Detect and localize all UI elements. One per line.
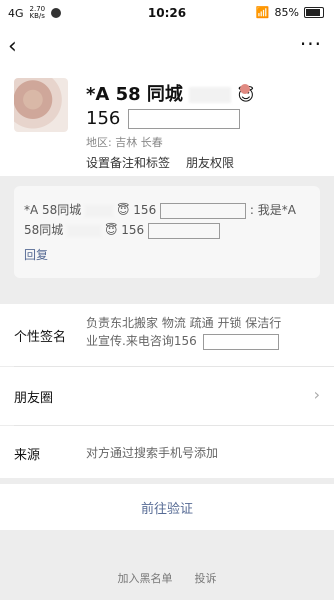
region-value: 吉林 长春 — [115, 136, 163, 149]
source-value: 对方通过搜索手机号添加 — [86, 446, 219, 460]
region-label: 地区: — [86, 136, 112, 149]
redacted-block — [189, 87, 232, 103]
angel-emoji-icon: 😇 — [116, 203, 130, 217]
profile-actions: 设置备注和标签 朋友权限 — [86, 154, 234, 171]
goto-verify-label: 前往验证 — [140, 501, 193, 517]
footer-actions: 加入黑名单 投诉 — [0, 570, 334, 586]
phone-redaction-box — [202, 333, 279, 350]
phone-prefix: 156 — [86, 108, 121, 129]
location-pin-icon — [240, 84, 250, 94]
goto-verify-button[interactable]: 前往验证 — [0, 484, 334, 530]
report-link[interactable]: 投诉 — [195, 570, 217, 586]
angel-emoji-icon: 😇 — [104, 223, 118, 237]
verify-message: *A 58同城 😇 156 : 我是*A 58同城 😇 156 — [24, 202, 296, 239]
back-icon[interactable]: ‹ — [8, 34, 17, 59]
battery-icon — [304, 7, 324, 18]
wifi-icon: 📶 — [255, 6, 270, 19]
phone-redaction-box — [160, 202, 247, 219]
verify-line1-number: 156 — [133, 203, 157, 217]
moments-label: 朋友圈 — [14, 391, 54, 406]
set-remark-link[interactable]: 设置备注和标签 — [86, 154, 170, 171]
friend-permission-link[interactable]: 朋友权限 — [186, 154, 234, 171]
verify-line1-text: 我是*A — [257, 203, 296, 217]
source-label: 来源 — [14, 448, 41, 463]
nickname-text: *A 58 同城 — [86, 84, 183, 105]
phone-redaction-box — [148, 222, 221, 239]
signature-label: 个性签名 — [14, 330, 67, 345]
top-nav: ‹ ··· — [0, 26, 334, 68]
status-bar: 4G 2.70 KB/s 10:26 📶 85% — [0, 0, 334, 26]
verify-line1-prefix: *A 58同城 — [24, 203, 82, 217]
signature-value: 负责东北搬家 物流 疏通 开锁 保洁行 业宣传.来电咨询156 — [86, 314, 281, 350]
redacted-block — [85, 204, 114, 217]
moments-row[interactable]: 朋友圈 › — [0, 367, 334, 425]
verify-line2-prefix: 58同城 — [24, 223, 64, 237]
source-row: 来源 对方通过搜索手机号添加 — [0, 426, 334, 478]
signature-row: 个性签名 负责东北搬家 物流 疏通 开锁 保洁行 业宣传.来电咨询156 — [0, 304, 334, 366]
redacted-block — [67, 224, 102, 237]
nickname: *A 58 同城 😇 — [86, 80, 254, 106]
chevron-right-icon: › — [313, 385, 320, 404]
more-icon[interactable]: ··· — [300, 32, 322, 56]
status-right: 📶 85% — [256, 6, 324, 19]
verify-line2-number: 156 — [121, 223, 145, 237]
signature-line2: 业宣传.来电咨询156 — [86, 334, 197, 348]
signature-line1: 负责东北搬家 物流 疏通 开锁 保洁行 — [86, 316, 282, 330]
nickname-number-line: 156 — [86, 108, 241, 129]
region: 地区: 吉林 长春 — [86, 134, 163, 150]
reply-link[interactable]: 回复 — [24, 246, 48, 263]
battery-percent: 85% — [274, 6, 299, 19]
verify-card: *A 58同城 😇 156 : 我是*A 58同城 😇 156 回复 — [14, 186, 320, 278]
phone-redaction-box — [128, 109, 241, 129]
add-blacklist-link[interactable]: 加入黑名单 — [118, 570, 173, 586]
avatar[interactable] — [14, 78, 68, 132]
profile-header: *A 58 同城 😇 156 地区: 吉林 长春 设置备注和标签 朋友权限 — [0, 68, 334, 176]
